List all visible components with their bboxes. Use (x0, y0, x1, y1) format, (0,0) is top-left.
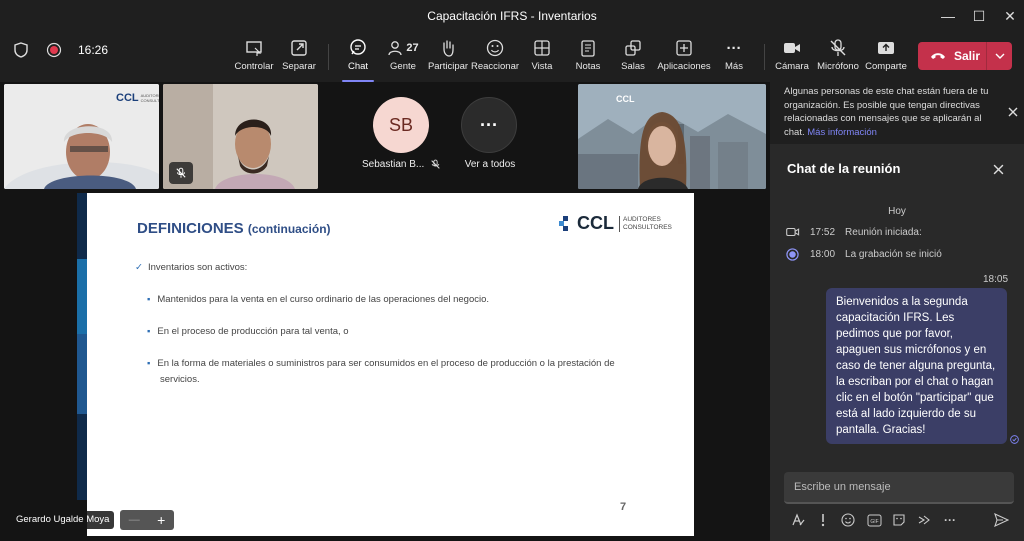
people-icon (388, 41, 403, 56)
company-logo: CCL AUDITORES CONSULTORES (559, 213, 672, 234)
share-button[interactable]: Comparte (862, 38, 910, 78)
chat-event: 17:52 Reunión iniciada: (786, 226, 922, 238)
tile-logo: CCL (616, 94, 635, 104)
message-composer-input[interactable]: Escribe un mensaje (784, 472, 1014, 504)
dismiss-notice-close-icon[interactable] (1008, 107, 1018, 117)
see-all-label: Ver a todos (464, 159, 516, 170)
mic-off-icon (176, 167, 186, 178)
svg-text:GIF: GIF (870, 519, 878, 525)
pop-out-icon (291, 40, 307, 56)
emoji-icon[interactable] (839, 512, 857, 528)
day-separator: Hoy (888, 206, 906, 217)
participant-video (578, 84, 766, 189)
external-users-notice: Algunas personas de este chat están fuer… (770, 82, 1024, 144)
sticker-icon[interactable] (890, 512, 908, 528)
chat-icon (350, 39, 366, 55)
react-button[interactable]: Reaccionar (471, 38, 519, 78)
close-chat-close-icon[interactable] (993, 164, 1004, 175)
slide-bullet: ▪ Mantenidos para la venta en el curso or… (147, 294, 490, 305)
more-icon: ··· (480, 114, 498, 135)
participant-label-sb: Sebastian B... (362, 159, 442, 170)
slide-title: DEFINICIONES (continuación) (137, 220, 331, 237)
hang-up-icon (931, 53, 945, 59)
add-app-icon (676, 40, 692, 56)
recording-started-icon (786, 248, 799, 261)
slide-accent-bar (77, 193, 87, 500)
pop-out-button[interactable]: Separar (275, 38, 323, 78)
people-button[interactable]: 27 Gente (379, 38, 427, 78)
window-title: Capacitación IFRS - Inventarios (427, 9, 597, 23)
meeting-started-camera-icon (786, 227, 800, 237)
ccl-logo-icon (559, 215, 568, 231)
camera-button[interactable]: Cámara (768, 38, 816, 78)
avatar[interactable]: SB (373, 97, 429, 153)
slide-bullet: ▪ En la forma de materiales o suministros… (147, 358, 615, 369)
grid-view-icon (534, 40, 550, 56)
screen-control-icon (246, 41, 262, 56)
learn-more-link[interactable]: Más información (807, 127, 877, 138)
video-tile-participant-2[interactable] (163, 84, 318, 189)
raise-hand-icon (443, 40, 454, 57)
apps-button[interactable]: Aplicaciones (654, 38, 714, 78)
slide-page-number: 7 (620, 501, 627, 513)
call-status: 16:26 (14, 42, 108, 58)
zoom-controls: — + (120, 510, 174, 530)
chat-button[interactable]: Chat (334, 38, 382, 82)
video-tile-participant-4[interactable]: CCL (578, 84, 766, 189)
leave-button[interactable]: Salir (918, 42, 1012, 70)
shared-presentation-slide: DEFINICIONES (continuación) CCL AUDITORE… (87, 193, 694, 536)
chat-event: 18:00 La grabación se inició (786, 248, 942, 261)
presenter-name: Gerardo Ugalde Moya (11, 511, 115, 529)
important-icon[interactable] (814, 512, 832, 528)
mic-off-icon (830, 39, 846, 56)
call-timer: 16:26 (78, 43, 109, 57)
more-icon: ··· (726, 39, 742, 57)
video-tile-participant-1[interactable]: CCL AUDITORES CONSULTORES (4, 84, 159, 189)
notes-icon (581, 40, 595, 57)
muted-badge (169, 162, 193, 184)
people-count: 27 (406, 42, 419, 54)
mic-off-icon (431, 159, 440, 169)
share-screen-icon (878, 42, 894, 54)
see-all-button[interactable]: ··· (461, 97, 517, 153)
chat-message[interactable]: Bienvenidos a la segunda capacitación IF… (826, 288, 1007, 444)
tile-logo: CCL AUDITORES CONSULTORES (116, 92, 159, 104)
shield-icon (14, 42, 28, 58)
breakout-rooms-button[interactable]: Salas (609, 38, 657, 78)
toolbar-divider (764, 44, 765, 70)
format-text-icon[interactable] (789, 512, 807, 528)
message-timestamp: 18:05 (983, 274, 1009, 285)
gif-icon[interactable]: GIF (865, 512, 883, 528)
zoom-out-button[interactable]: — (129, 514, 140, 526)
toolbar-divider (328, 44, 329, 70)
checkmark-icon: ✓ (135, 262, 143, 273)
camera-icon (784, 43, 800, 53)
close-window-button[interactable]: ✕ (992, 0, 1024, 32)
view-button[interactable]: Vista (518, 38, 566, 78)
slide-check-item: ✓ Inventarios son activos: (135, 262, 248, 273)
microphone-button[interactable]: Micrófono (814, 38, 862, 78)
breakout-rooms-icon (625, 40, 641, 56)
leave-options-chevron-icon[interactable] (986, 42, 1012, 70)
title-bar: Capacitación IFRS - Inventarios (0, 0, 1024, 32)
zoom-in-button[interactable]: + (157, 512, 165, 528)
loop-component-icon[interactable] (915, 512, 933, 528)
send-icon[interactable] (992, 512, 1010, 528)
chat-header: Chat de la reunión (787, 160, 901, 176)
more-button[interactable]: ··· Más (710, 38, 758, 78)
notes-button[interactable]: Notas (564, 38, 612, 78)
more-options-icon[interactable]: ··· (941, 512, 959, 528)
slide-bullet: ▪ En el proceso de producción para tal ve… (147, 326, 349, 337)
raise-hand-button[interactable]: Participar (424, 38, 472, 78)
meeting-toolbar: 16:26 Controlar Separar Chat 27 Gente Pa… (0, 32, 1024, 82)
message-sent-check-icon (1010, 435, 1019, 444)
smiley-icon (486, 39, 504, 57)
control-button[interactable]: Controlar (230, 38, 278, 78)
slide-bullet-continuation: servicios. (160, 374, 200, 385)
recording-icon (46, 42, 62, 58)
